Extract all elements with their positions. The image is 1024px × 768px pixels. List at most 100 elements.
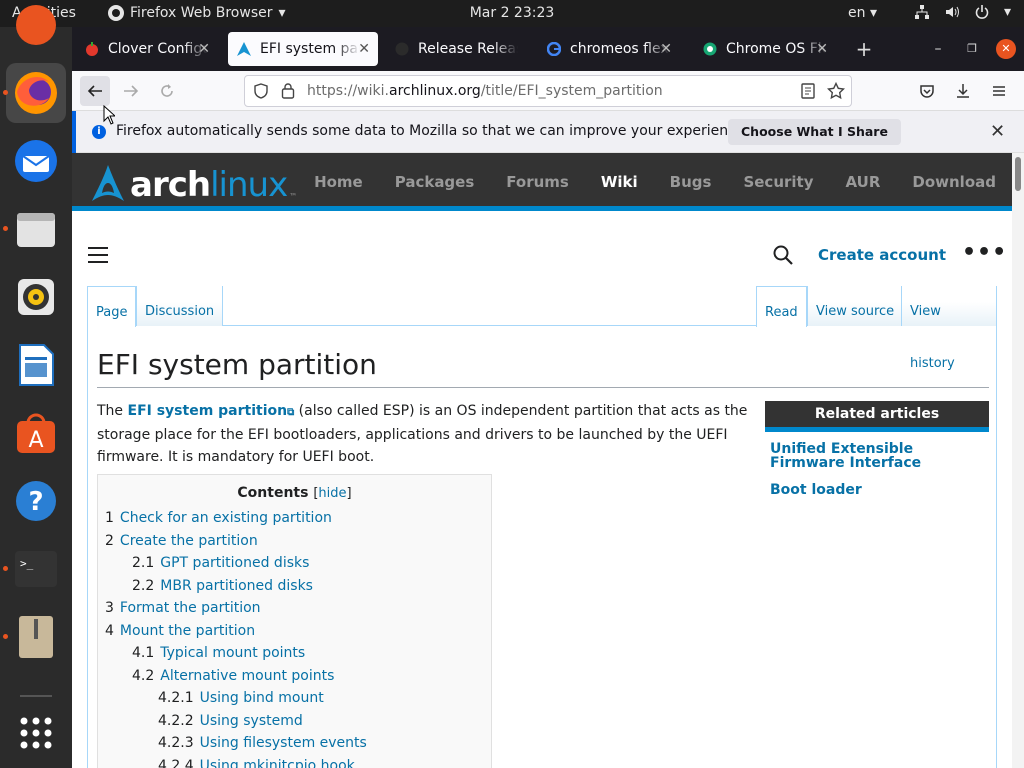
toc-item[interactable]: 4.1 Typical mount points (105, 646, 367, 669)
related-link-uefi[interactable]: Unified Extensible Firmware Interface (765, 432, 989, 470)
tab-read[interactable]: Read (756, 286, 807, 327)
toc-item[interactable]: 2 Create the partition (105, 534, 367, 557)
toc-link[interactable]: Typical mount points (160, 645, 305, 661)
toc-item[interactable]: 4.2.4 Using mkinitcpio hook (105, 759, 367, 768)
keyboard-layout-indicator[interactable]: en ▾ (848, 5, 877, 21)
firefox-icon[interactable] (6, 63, 66, 123)
nav-home[interactable]: Home (314, 173, 363, 191)
toc-item[interactable]: 4 Mount the partition (105, 624, 367, 647)
software-icon[interactable] (6, 0, 66, 55)
nav-forums[interactable]: Forums (506, 173, 569, 191)
close-tab-icon[interactable]: ✕ (198, 41, 210, 57)
tab-efi-system-partition[interactable]: EFI system par ✕ (228, 32, 378, 66)
choose-what-i-share-button[interactable]: Choose What I Share (728, 119, 901, 145)
toc-item[interactable]: 2.1 GPT partitioned disks (105, 556, 367, 579)
tab-discussion[interactable]: Discussion (136, 286, 224, 326)
related-link-boot-loader[interactable]: Boot loader (765, 470, 989, 497)
toc-item[interactable]: 4.2.1 Using bind mount (105, 691, 367, 714)
tab-clover[interactable]: Clover Configu ✕ (76, 32, 218, 66)
tab-page[interactable]: Page (87, 286, 137, 327)
main-menu-icon[interactable] (88, 247, 108, 268)
toc-link[interactable]: Format the partition (120, 600, 261, 616)
lock-icon[interactable] (281, 82, 295, 104)
wiki-tabs: Page Discussion Read View source View hi… (87, 286, 997, 371)
pocket-button[interactable] (912, 76, 942, 106)
intro-paragraph: The EFI system partition⧉ (also called E… (97, 403, 748, 465)
nav-bugs[interactable]: Bugs (670, 173, 712, 191)
table-of-contents: Contents [hide] 1 Check for an existing p… (97, 474, 492, 768)
nav-aur[interactable]: AUR (846, 173, 881, 191)
close-window-button[interactable]: ✕ (996, 39, 1016, 59)
close-tab-icon[interactable]: ✕ (816, 41, 828, 57)
toc-link[interactable]: GPT partitioned disks (160, 555, 309, 571)
shield-icon[interactable] (253, 83, 269, 103)
nav-download[interactable]: Download (912, 173, 996, 191)
toc-link[interactable]: Check for an existing partition (120, 510, 332, 526)
downloads-button[interactable] (948, 76, 978, 106)
page-scrollbar[interactable] (1012, 153, 1024, 768)
nav-security[interactable]: Security (743, 173, 813, 191)
toc-item[interactable]: 4.2.3 Using filesystem events (105, 736, 367, 759)
close-icon[interactable]: ✕ (990, 121, 1005, 142)
close-tab-icon[interactable]: ✕ (660, 41, 672, 57)
toc-link[interactable]: Using bind mount (200, 690, 324, 706)
toc-hide-toggle[interactable]: hide (318, 486, 346, 501)
ubuntu-software-icon[interactable]: A (6, 403, 66, 463)
new-tab-button[interactable]: + (854, 39, 874, 59)
tab-title: Chrome OS Fle (726, 41, 826, 57)
notification-text: Firefox automatically sends some data to… (116, 123, 749, 139)
navigation-toolbar: https://wiki.archlinux.org/title/EFI_sys… (72, 71, 1024, 111)
thunderbird-icon[interactable] (6, 131, 66, 191)
tab-view-source[interactable]: View source (807, 286, 903, 326)
nav-wiki[interactable]: Wiki (601, 173, 638, 191)
archive-manager-icon[interactable] (6, 607, 66, 667)
maximize-button[interactable]: ❐ (962, 39, 982, 59)
arch-icon (236, 41, 252, 57)
toc-link[interactable]: Using systemd (200, 713, 303, 729)
toc-link[interactable]: Alternative mount points (160, 668, 334, 684)
files-icon[interactable] (6, 199, 66, 259)
toc-item[interactable]: 2.2 MBR partitioned disks (105, 579, 367, 602)
toc-item[interactable]: 1 Check for an existing partition (105, 511, 367, 534)
system-menu[interactable]: ▾ (914, 4, 1011, 24)
minimize-button[interactable]: – (928, 39, 948, 59)
libreoffice-writer-icon[interactable] (6, 335, 66, 395)
tab-view-history[interactable]: View history (901, 286, 997, 371)
archlinux-logo[interactable]: arch linux ™ (88, 163, 297, 203)
search-icon[interactable] (772, 244, 794, 266)
tab-chrome-os-flex[interactable]: Chrome OS Fle ✕ (694, 32, 836, 66)
toc-link[interactable]: Create the partition (120, 533, 258, 549)
toc-link[interactable]: MBR partitioned disks (160, 578, 313, 594)
more-options-icon[interactable]: ••• (962, 240, 1007, 265)
create-account-link[interactable]: Create account (818, 246, 946, 264)
toc-link[interactable]: Using mkinitcpio hook (200, 758, 355, 768)
chevron-down-icon: ▾ (278, 5, 286, 21)
app-menu[interactable]: Firefox Web Browser ▾ (108, 5, 286, 21)
show-applications-icon[interactable] (6, 703, 66, 763)
reader-view-icon[interactable] (801, 83, 815, 103)
chevron-down-icon: ▾ (1004, 4, 1012, 20)
back-button[interactable] (80, 76, 110, 106)
toc-number: 3 (105, 600, 114, 616)
tab-chromeos-flex[interactable]: chromeos flex ✕ (538, 32, 680, 66)
clock[interactable]: Mar 2 23:23 (470, 5, 555, 21)
app-menu-button[interactable] (984, 76, 1014, 106)
toc-number: 4 (105, 622, 114, 639)
toc-link[interactable]: Mount the partition (120, 623, 255, 639)
help-icon[interactable]: ? (6, 471, 66, 531)
url-bar[interactable]: https://wiki.archlinux.org/title/EFI_sys… (244, 75, 852, 107)
efi-system-partition-link[interactable]: EFI system partition⧉ (128, 403, 295, 419)
bookmark-star-icon[interactable] (826, 81, 846, 104)
toc-link[interactable]: Using filesystem events (200, 735, 367, 751)
close-tab-icon[interactable]: ✕ (358, 41, 370, 57)
tab-release[interactable]: Release Releas (386, 32, 528, 66)
forward-button[interactable] (116, 76, 146, 106)
rhythmbox-icon[interactable] (6, 267, 66, 327)
scrollbar-thumb[interactable] (1015, 157, 1021, 191)
toc-item[interactable]: 3 Format the partition (105, 601, 367, 624)
nav-packages[interactable]: Packages (395, 173, 475, 191)
toc-item[interactable]: 4.2 Alternative mount points (105, 669, 367, 692)
toc-item[interactable]: 4.2.2 Using systemd (105, 714, 367, 737)
reload-button[interactable] (152, 76, 182, 106)
terminal-icon[interactable]: >_ (6, 539, 66, 599)
